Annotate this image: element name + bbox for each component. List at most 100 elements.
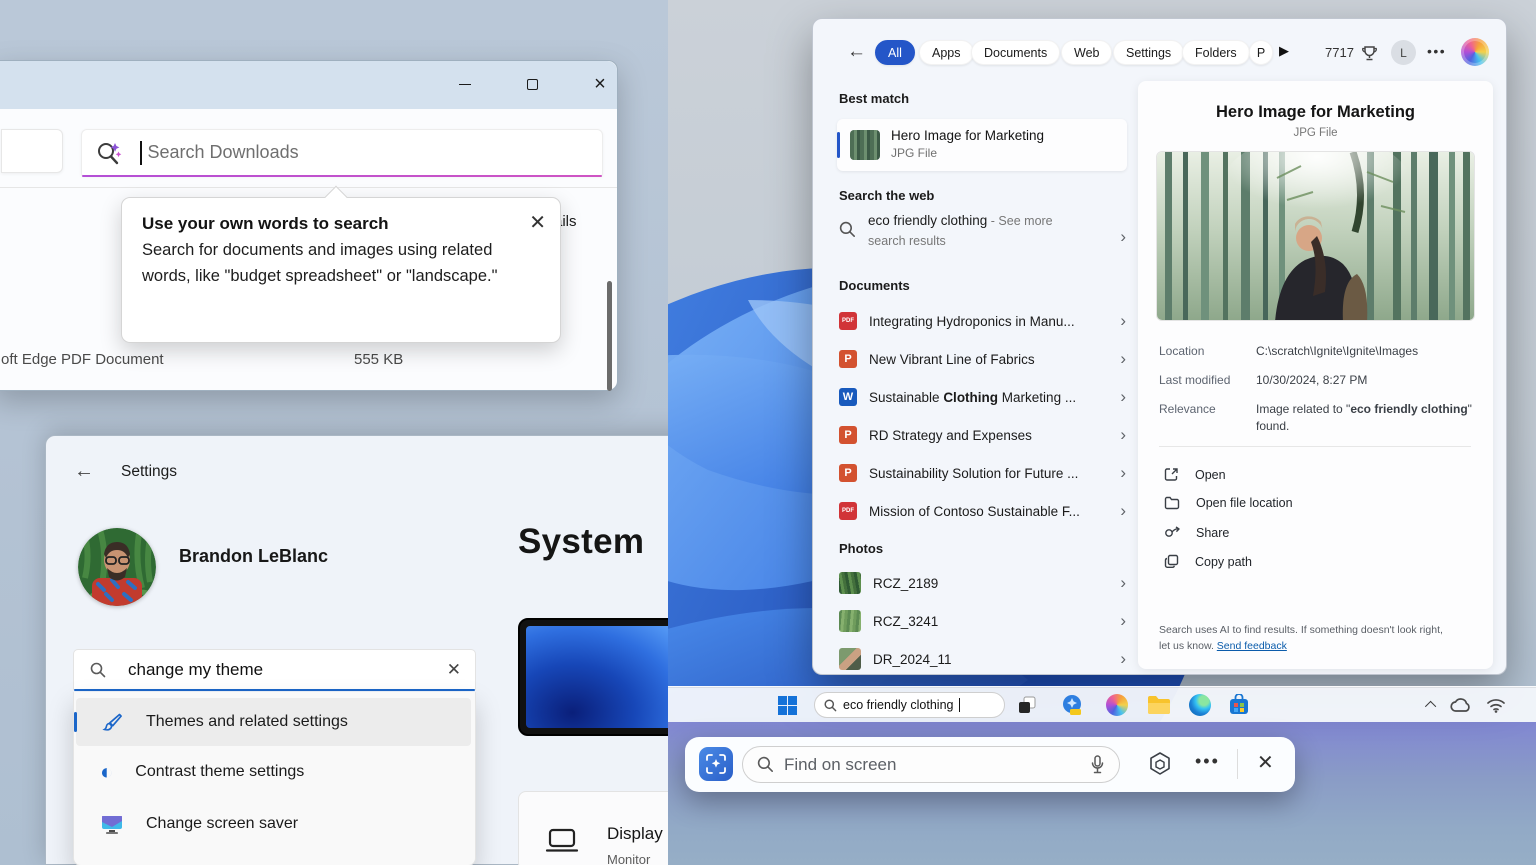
- back-arrow-icon[interactable]: ←: [74, 460, 94, 483]
- tab-folders[interactable]: Folders: [1182, 40, 1250, 65]
- best-match-result[interactable]: Hero Image for Marketing JPG File: [837, 119, 1127, 171]
- chevron-right-icon[interactable]: ›: [1120, 387, 1126, 407]
- meta-label: Last modified: [1159, 373, 1231, 387]
- web-search-result[interactable]: eco friendly clothing - See more search …: [839, 211, 1126, 265]
- meta-value: Image related to "eco friendly clothing"…: [1256, 402, 1472, 433]
- settings-search-input[interactable]: change my theme ✕: [73, 649, 476, 691]
- edge-browser-button[interactable]: [1188, 693, 1212, 717]
- action-copy-path[interactable]: Copy path: [1164, 554, 1252, 569]
- store-app-button[interactable]: [1227, 693, 1251, 717]
- chevron-right-icon[interactable]: ›: [1120, 501, 1126, 521]
- chevron-right-icon[interactable]: ›: [1120, 227, 1126, 247]
- tab-all[interactable]: All: [875, 40, 915, 65]
- chevron-right-icon[interactable]: ›: [1120, 463, 1126, 483]
- copilot-app-button[interactable]: [1105, 693, 1129, 717]
- wifi-icon[interactable]: [1486, 698, 1506, 713]
- document-result[interactable]: Mission of Contoso Sustainable F... ›: [839, 494, 1126, 528]
- powerpoint-file-icon: [839, 350, 857, 368]
- maximize-button[interactable]: [517, 71, 547, 97]
- tab-documents[interactable]: Documents: [971, 40, 1061, 65]
- copilot-icon[interactable]: [1461, 38, 1489, 66]
- settings-search-value: change my theme: [128, 659, 264, 679]
- chevron-right-icon[interactable]: ›: [1120, 349, 1126, 369]
- chevron-right-icon[interactable]: ›: [1120, 649, 1126, 669]
- taskbar-search-value: eco friendly clothing: [843, 698, 954, 712]
- suggestion-screensaver[interactable]: Change screen saver: [74, 798, 475, 850]
- display-card-subtitle: Monitor: [607, 852, 651, 865]
- chevron-right-icon[interactable]: ›: [1120, 573, 1126, 593]
- document-result[interactable]: Sustainable Clothing Marketing ... ›: [839, 380, 1126, 414]
- copilot-icon: [1106, 694, 1128, 716]
- account-avatar[interactable]: L: [1391, 40, 1416, 65]
- microphone-icon[interactable]: [1090, 755, 1105, 774]
- photo-result[interactable]: RCZ_3241 ›: [839, 604, 1126, 638]
- explorer-scrollbar[interactable]: [607, 281, 612, 391]
- folder-icon: [1148, 696, 1170, 714]
- meta-relevance-row: Relevance Image related to "eco friendly…: [1159, 401, 1475, 435]
- more-options-icon[interactable]: •••: [1195, 751, 1220, 772]
- explorer-search-input[interactable]: Search Downloads: [81, 129, 603, 177]
- tabs-overflow-icon[interactable]: ▶: [1279, 43, 1289, 59]
- tooltip-arrow: [324, 185, 348, 209]
- rewards-icon[interactable]: [1361, 45, 1378, 62]
- document-result[interactable]: Sustainability Solution for Future ... ›: [839, 456, 1126, 490]
- file-explorer-button[interactable]: [1147, 693, 1171, 717]
- action-share[interactable]: Share: [1164, 525, 1229, 540]
- suggestion-contrast[interactable]: ◐ Contrast theme settings: [74, 746, 475, 798]
- preview-title: Hero Image for Marketing: [1216, 103, 1415, 121]
- spatial-hexagon-icon[interactable]: [1147, 751, 1173, 777]
- document-result[interactable]: Integrating Hydroponics in Manu... ›: [839, 304, 1126, 338]
- account-initial: L: [1400, 45, 1407, 60]
- close-button[interactable]: ×: [585, 71, 615, 97]
- screen-search-icon[interactable]: [699, 747, 733, 781]
- chevron-right-icon[interactable]: ›: [1120, 611, 1126, 631]
- chevron-right-icon[interactable]: ›: [1120, 311, 1126, 331]
- action-open-file-location[interactable]: Open file location: [1164, 496, 1293, 510]
- photo-result[interactable]: DR_2024_11 ›: [839, 642, 1126, 676]
- tab-photos-partial[interactable]: P: [1249, 40, 1273, 65]
- document-title: Integrating Hydroponics in Manu...: [869, 313, 1075, 329]
- document-result[interactable]: RD Strategy and Expenses ›: [839, 418, 1126, 452]
- pdf-file-icon: [839, 502, 857, 520]
- suggestion-themes[interactable]: Themes and related settings: [74, 698, 471, 746]
- paint-preview-app-button[interactable]: [1060, 693, 1084, 717]
- action-label: Copy path: [1195, 554, 1252, 569]
- folder-icon: [1164, 496, 1180, 510]
- text-caret: [140, 140, 142, 165]
- tab-label: All: [888, 45, 902, 60]
- document-result[interactable]: New Vibrant Line of Fabrics ›: [839, 342, 1126, 376]
- action-open[interactable]: Open: [1164, 467, 1226, 482]
- minimize-button[interactable]: [450, 71, 480, 97]
- action-label: Share: [1196, 525, 1230, 540]
- start-button[interactable]: [775, 693, 799, 717]
- close-icon[interactable]: ✕: [1257, 750, 1274, 775]
- back-arrow-icon[interactable]: ←: [847, 41, 866, 63]
- document-title: New Vibrant Line of Fabrics: [869, 351, 1035, 367]
- settings-window: ← Settings Brandon LeBlanc change my the…: [45, 435, 765, 865]
- tab-settings[interactable]: Settings: [1113, 40, 1185, 65]
- user-avatar[interactable]: [78, 528, 156, 606]
- rewards-points: 7717: [1325, 45, 1354, 60]
- file-type-label: oft Edge PDF Document: [1, 351, 164, 368]
- copy-icon: [1164, 554, 1179, 568]
- meta-location-row: Location C:\scratch\Ignite\Ignite\Images: [1159, 343, 1475, 360]
- file-list-row[interactable]: oft Edge PDF Document 555 KB: [1, 351, 613, 368]
- onedrive-cloud-icon[interactable]: [1450, 697, 1472, 713]
- meta-modified-row: Last modified 10/30/2024, 8:27 PM: [1159, 372, 1475, 389]
- file-explorer-window: × Search Downloads ails oft Edge PDF Doc…: [0, 60, 618, 391]
- send-feedback-link[interactable]: Send feedback: [1217, 640, 1287, 652]
- chevron-right-icon[interactable]: ›: [1120, 425, 1126, 445]
- action-label: Open file location: [1196, 496, 1293, 510]
- more-options-icon[interactable]: •••: [1427, 43, 1446, 59]
- task-view-button[interactable]: [1015, 693, 1039, 717]
- taskbar-search-box[interactable]: eco friendly clothing: [814, 692, 1005, 718]
- clear-search-icon[interactable]: ✕: [447, 660, 461, 680]
- ai-search-icon: [98, 142, 122, 164]
- tab-apps[interactable]: Apps: [919, 40, 974, 65]
- explorer-toolbar-stub[interactable]: [1, 129, 63, 173]
- tab-web[interactable]: Web: [1061, 40, 1113, 65]
- tray-chevron-up-icon[interactable]: [1424, 700, 1437, 713]
- tooltip-close-icon[interactable]: ✕: [529, 210, 546, 235]
- photo-result[interactable]: RCZ_2189 ›: [839, 566, 1126, 600]
- find-on-screen-input[interactable]: Find on screen: [742, 746, 1120, 783]
